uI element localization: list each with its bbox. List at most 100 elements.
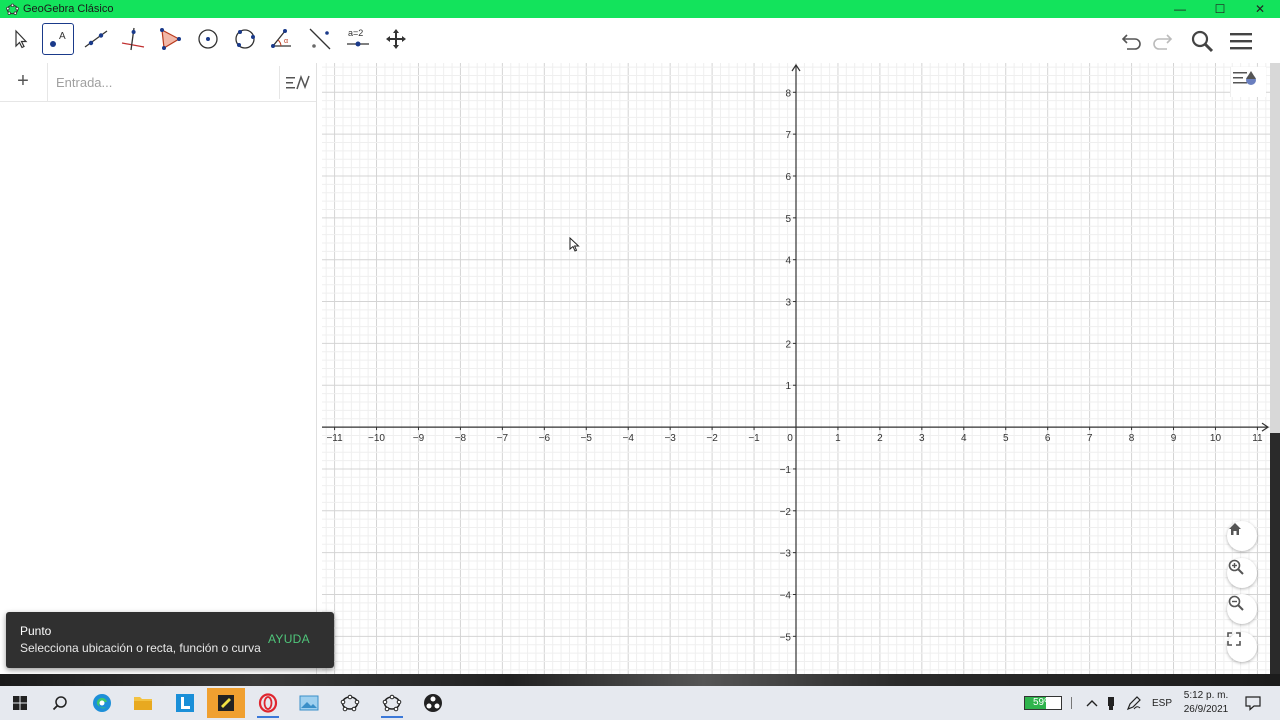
language-indicator[interactable]: ESP <box>1148 686 1176 720</box>
slider-tool-button[interactable]: a=2 <box>342 23 374 55</box>
y-tick-label: 5 <box>785 214 791 225</box>
minimize-button[interactable]: — <box>1160 0 1200 18</box>
x-tick-label: 8 <box>1129 433 1135 444</box>
geogebra-taskbar-button[interactable] <box>331 688 369 718</box>
fullscreen-icon <box>1227 632 1241 646</box>
x-tick-label: −10 <box>368 433 385 444</box>
y-tick-label: −5 <box>780 632 792 643</box>
fullscreen-button[interactable] <box>1227 632 1257 662</box>
polygon-icon <box>160 28 181 50</box>
main-menu-button[interactable] <box>1226 26 1256 56</box>
show-hidden-icons-button[interactable] <box>1083 686 1101 720</box>
line-icon <box>84 30 108 48</box>
move-view-tool-button[interactable] <box>380 23 412 55</box>
algebra-sort-icon <box>285 74 310 89</box>
graphics-view[interactable]: −11 −10 −9 −8 −7 −6 −5 −4 −3 −2 −1 0 1 2 3 4 5 6 7 8 9 10 11 8 7… <box>322 63 1270 674</box>
polygon-tool-button[interactable] <box>154 23 186 55</box>
folder-icon <box>134 697 152 710</box>
circle-center-icon <box>198 29 218 49</box>
x-tick-label: −6 <box>539 433 551 444</box>
x-tick-label: 2 <box>877 433 883 444</box>
chevron-up-icon <box>1086 700 1098 707</box>
reflect-tool-button[interactable] <box>304 23 336 55</box>
x-tick-label: −2 <box>706 433 718 444</box>
menu-icon <box>1230 33 1252 50</box>
home-icon <box>1229 523 1241 535</box>
x-tick-label: 6 <box>1045 433 1051 444</box>
edge-browser-button[interactable] <box>83 688 121 718</box>
search-button[interactable] <box>1187 26 1217 56</box>
title-bar: GeoGebra Clásico — ☐ ✕ <box>0 0 1280 18</box>
point-tool-button[interactable]: A <box>42 23 74 55</box>
search-icon <box>1191 30 1214 53</box>
cursor-arrow-icon <box>15 29 28 49</box>
x-tick-label: 11 <box>1252 433 1263 444</box>
perpendicular-line-icon <box>121 27 145 51</box>
zoom-in-button[interactable] <box>1227 558 1257 588</box>
undo-button[interactable] <box>1117 26 1147 56</box>
usb-icon <box>1108 697 1114 710</box>
picture-icon <box>299 695 319 711</box>
tool-help-tooltip: Punto Selecciona ubicación o recta, func… <box>6 612 334 668</box>
slider-tool-label: a=2 <box>348 28 363 38</box>
line-tool-button[interactable] <box>80 23 112 55</box>
notifications-button[interactable] <box>1242 686 1264 720</box>
svg-text:α: α <box>284 38 288 45</box>
coordinate-plane[interactable]: −11 −10 −9 −8 −7 −6 −5 −4 −3 −2 −1 0 1 2 3 4 5 6 7 8 9 10 1187… <box>322 63 1270 674</box>
svg-text:A: A <box>59 31 66 42</box>
background-photo <box>0 674 1280 686</box>
pen-workspace-button[interactable] <box>1124 686 1144 720</box>
angle-icon: α <box>271 29 291 48</box>
pen-icon <box>1126 696 1141 711</box>
y-tick-label: 3 <box>785 298 791 309</box>
redo-button[interactable] <box>1147 26 1177 56</box>
taskbar: 59% ESP 5:12 p. m. 26/9/2021 <box>0 686 1280 720</box>
y-tick-label: −4 <box>780 590 792 601</box>
zoom-out-button[interactable] <box>1227 594 1257 624</box>
photos-app-button[interactable] <box>290 688 328 718</box>
x-tick-label: −1 <box>748 433 760 444</box>
clock-time: 5:12 p. m. <box>1183 690 1229 701</box>
y-tick-label: 1 <box>785 381 791 392</box>
usb-device-button[interactable] <box>1102 686 1120 720</box>
start-button[interactable] <box>1 688 39 718</box>
geogebra-icon <box>382 694 402 712</box>
clock-date: 26/9/2021 <box>1183 704 1229 715</box>
opera-button[interactable] <box>249 688 287 718</box>
circle-three-points-tool-button[interactable] <box>229 23 261 55</box>
geogebra-classic-taskbar-button[interactable] <box>373 688 411 718</box>
zoom-out-icon <box>1228 595 1244 611</box>
circle-center-tool-button[interactable] <box>192 23 224 55</box>
help-button[interactable]: AYUDA <box>268 632 310 646</box>
taskbar-search-button[interactable] <box>41 688 79 718</box>
l-app-icon <box>176 694 194 712</box>
add-item-icon[interactable]: + <box>13 71 33 91</box>
clock[interactable]: 5:12 p. m. 26/9/2021 <box>1176 689 1236 717</box>
geogebra-icon <box>340 694 360 712</box>
home-button[interactable] <box>1227 521 1257 551</box>
redo-icon <box>1153 34 1173 50</box>
y-tick-label: 2 <box>785 339 791 350</box>
angle-tool-button[interactable]: α <box>266 23 298 55</box>
maximize-button[interactable]: ☐ <box>1200 0 1240 18</box>
sticky-notes-button[interactable] <box>207 688 245 718</box>
y-tick-label: −3 <box>780 549 792 560</box>
close-button[interactable]: ✕ <box>1240 0 1280 18</box>
battery-indicator[interactable]: 59% <box>1024 696 1062 710</box>
graphics-style-bar-button[interactable] <box>1230 67 1266 97</box>
x-tick-label: −8 <box>455 433 467 444</box>
y-tick-label: 4 <box>785 256 791 267</box>
x-tick-label: 0 <box>787 433 793 444</box>
move-tool-button[interactable] <box>4 23 36 55</box>
file-explorer-button[interactable] <box>124 688 162 718</box>
geogebra-logo-icon <box>5 2 19 16</box>
algebra-input-row: + <box>0 63 316 102</box>
undo-icon <box>1121 34 1141 50</box>
perpendicular-tool-button[interactable] <box>117 23 149 55</box>
x-tick-label: −9 <box>413 433 425 444</box>
obs-studio-button[interactable] <box>414 688 452 718</box>
algebra-style-button[interactable] <box>279 66 315 99</box>
app-l-button[interactable] <box>166 688 204 718</box>
x-tick-label: −3 <box>664 433 676 444</box>
algebra-input-field[interactable] <box>56 72 256 92</box>
